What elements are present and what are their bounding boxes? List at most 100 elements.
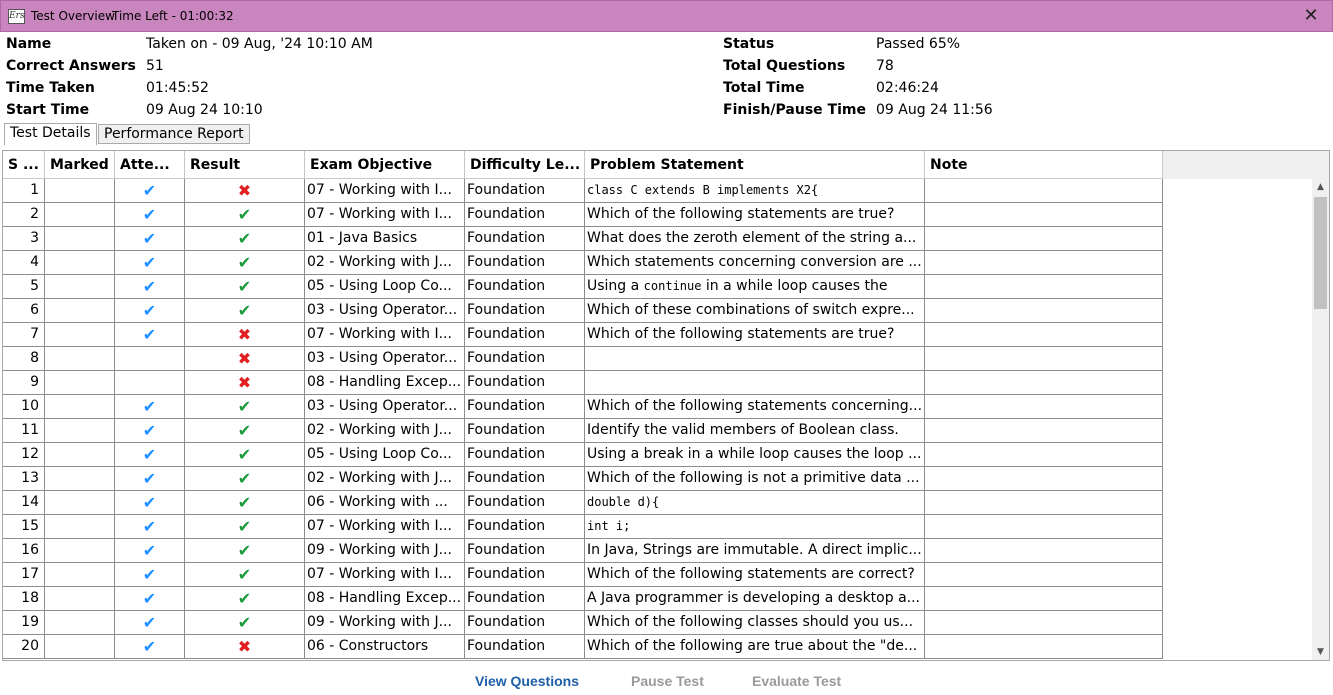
cell-note [925, 491, 1163, 515]
title-bar: Ers Test Overview Time Left - 01:00:32 ✕ [0, 0, 1333, 32]
cell-difficulty: Foundation [465, 587, 585, 611]
header-note[interactable]: Note [925, 151, 1163, 179]
cell-attempted: ✔ [115, 587, 185, 611]
tab-test-details[interactable]: Test Details [4, 123, 97, 145]
test-details-table: S ... Marked Atte... Result Exam Objecti… [2, 150, 1330, 661]
cell-problem-statement: Which of the following classes should yo… [585, 611, 925, 635]
cell-result: ✖ [185, 371, 305, 395]
cell-marked [45, 611, 115, 635]
cell-sno: 5 [3, 275, 45, 299]
cell-result: ✔ [185, 587, 305, 611]
tab-performance-report[interactable]: Performance Report [98, 124, 250, 144]
cell-problem-statement: double d){ [585, 491, 925, 515]
cell-problem-statement: class C extends B implements X2{ [585, 179, 925, 203]
evaluate-test-button[interactable]: Evaluate Test [752, 673, 841, 689]
cell-note [925, 251, 1163, 275]
table-row[interactable]: 7 ✔ ✖ 07 - Working with I... Foundation Which… [3, 323, 1163, 347]
table-row[interactable]: 9 ✖ 08 - Handling Excep... Foundation [3, 371, 1163, 395]
cell-note [925, 275, 1163, 299]
attempted-check-icon: ✔ [142, 493, 157, 512]
total-questions-label: Total Questions [723, 58, 846, 74]
table-row[interactable]: 15 ✔ ✔ 07 - Working with I... Foundation int … [3, 515, 1163, 539]
table-row[interactable]: 12 ✔ ✔ 05 - Using Loop Co... Foundation Using… [3, 443, 1163, 467]
cell-difficulty: Foundation [465, 443, 585, 467]
table-row[interactable]: 4 ✔ ✔ 02 - Working with J... Foundation Which… [3, 251, 1163, 275]
view-questions-button[interactable]: View Questions [475, 673, 579, 689]
table-row[interactable]: 18 ✔ ✔ 08 - Handling Excep... Foundation A Ja… [3, 587, 1163, 611]
table-row[interactable]: 19 ✔ ✔ 09 - Working with J... Foundation Whic… [3, 611, 1163, 635]
cell-note [925, 179, 1163, 203]
cell-difficulty: Foundation [465, 275, 585, 299]
table-row[interactable]: 1 ✔ ✖ 07 - Working with I... Foundation class… [3, 179, 1163, 203]
table-row[interactable]: 3 ✔ ✔ 01 - Java Basics Foundation What does t… [3, 227, 1163, 251]
cell-note [925, 323, 1163, 347]
cell-problem-statement: Which of the following are true about th… [585, 635, 925, 659]
cell-difficulty: Foundation [465, 419, 585, 443]
table-row[interactable]: 17 ✔ ✔ 07 - Working with I... Foundation Whic… [3, 563, 1163, 587]
cell-sno: 7 [3, 323, 45, 347]
start-time-label: Start Time [6, 102, 90, 118]
cell-note [925, 419, 1163, 443]
cell-result: ✖ [185, 179, 305, 203]
cell-exam-objective: 05 - Using Loop Co... [305, 443, 465, 467]
cell-marked [45, 467, 115, 491]
cell-difficulty: Foundation [465, 563, 585, 587]
header-attempted[interactable]: Atte... [115, 151, 185, 179]
header-sno[interactable]: S ... [3, 151, 45, 179]
header-marked[interactable]: Marked [45, 151, 115, 179]
name-label: Name [6, 36, 52, 52]
cell-result: ✔ [185, 515, 305, 539]
vertical-scrollbar[interactable]: ▲ ▼ [1312, 179, 1329, 660]
cell-note [925, 347, 1163, 371]
attempted-check-icon: ✔ [142, 325, 157, 344]
status-value: Passed 65% [876, 36, 961, 52]
scroll-down-icon[interactable]: ▼ [1312, 644, 1329, 660]
finish-time-value: 09 Aug 24 11:56 [876, 102, 993, 118]
table-row[interactable]: 5 ✔ ✔ 05 - Using Loop Co... Foundation Using … [3, 275, 1163, 299]
cell-problem-statement: int i; [585, 515, 925, 539]
cell-difficulty: Foundation [465, 635, 585, 659]
attempted-check-icon: ✔ [142, 205, 157, 224]
cell-attempted: ✔ [115, 323, 185, 347]
table-row[interactable]: 13 ✔ ✔ 02 - Working with J... Foundation Whic… [3, 467, 1163, 491]
table-row[interactable]: 14 ✔ ✔ 06 - Working with ... Foundation doubl… [3, 491, 1163, 515]
header-result[interactable]: Result [185, 151, 305, 179]
scroll-up-icon[interactable]: ▲ [1312, 179, 1329, 196]
time-taken-label: Time Taken [6, 80, 95, 96]
table-row[interactable]: 8 ✖ 03 - Using Operator... Foundation [3, 347, 1163, 371]
table-row[interactable]: 20 ✔ ✖ 06 - Constructors Foundation Which of … [3, 635, 1163, 659]
cell-result: ✔ [185, 251, 305, 275]
result-pass-icon: ✔ [237, 205, 252, 224]
cell-marked [45, 539, 115, 563]
cell-note [925, 395, 1163, 419]
pause-test-button[interactable]: Pause Test [631, 673, 704, 689]
cell-result: ✔ [185, 227, 305, 251]
result-pass-icon: ✔ [237, 589, 252, 608]
cell-result: ✔ [185, 611, 305, 635]
cell-problem-statement [585, 347, 925, 371]
cell-sno: 20 [3, 635, 45, 659]
header-exam-objective[interactable]: Exam Objective [305, 151, 465, 179]
cell-attempted [115, 347, 185, 371]
table-row[interactable]: 11 ✔ ✔ 02 - Working with J... Foundation Iden… [3, 419, 1163, 443]
close-icon[interactable]: ✕ [1300, 5, 1322, 27]
table-row[interactable]: 2 ✔ ✔ 07 - Working with I... Foundation Which… [3, 203, 1163, 227]
header-difficulty[interactable]: Difficulty Le... [465, 151, 585, 179]
cell-result: ✔ [185, 275, 305, 299]
cell-result: ✔ [185, 299, 305, 323]
header-problem-statement[interactable]: Problem Statement [585, 151, 925, 179]
attempted-check-icon: ✔ [142, 253, 157, 272]
scrollbar-thumb[interactable] [1314, 197, 1327, 309]
cell-problem-statement: Which of the following statements are co… [585, 563, 925, 587]
table-row[interactable]: 10 ✔ ✔ 03 - Using Operator... Foundation Whic… [3, 395, 1163, 419]
cell-note [925, 563, 1163, 587]
cell-sno: 11 [3, 419, 45, 443]
cell-sno: 15 [3, 515, 45, 539]
attempted-check-icon: ✔ [142, 445, 157, 464]
cell-exam-objective: 02 - Working with J... [305, 251, 465, 275]
table-row[interactable]: 16 ✔ ✔ 09 - Working with J... Foundation In J… [3, 539, 1163, 563]
cell-problem-statement: Identify the valid members of Boolean cl… [585, 419, 925, 443]
table-row[interactable]: 6 ✔ ✔ 03 - Using Operator... Foundation Which… [3, 299, 1163, 323]
cell-marked [45, 299, 115, 323]
result-pass-icon: ✔ [237, 397, 252, 416]
